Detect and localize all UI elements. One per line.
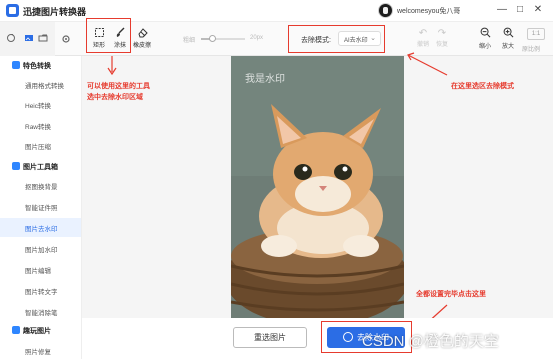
mode-annotation: 在这里选区去除模式 (451, 83, 514, 90)
annotation-arrows (107, 52, 448, 326)
tools-annotation-line1: 可以使用这里的工具 (87, 83, 150, 90)
start-annotation: 全都设置完毕点击这里 (416, 291, 486, 298)
credit-watermark: CSDN @橙色的天空 (362, 333, 499, 350)
tools-annotation-line2: 选中去除水印区域 (87, 94, 143, 101)
reselect-image-button[interactable]: 重选图片 (233, 327, 307, 348)
tools-annotation: 可以使用这里的工具 选中去除水印区域 (87, 81, 150, 103)
